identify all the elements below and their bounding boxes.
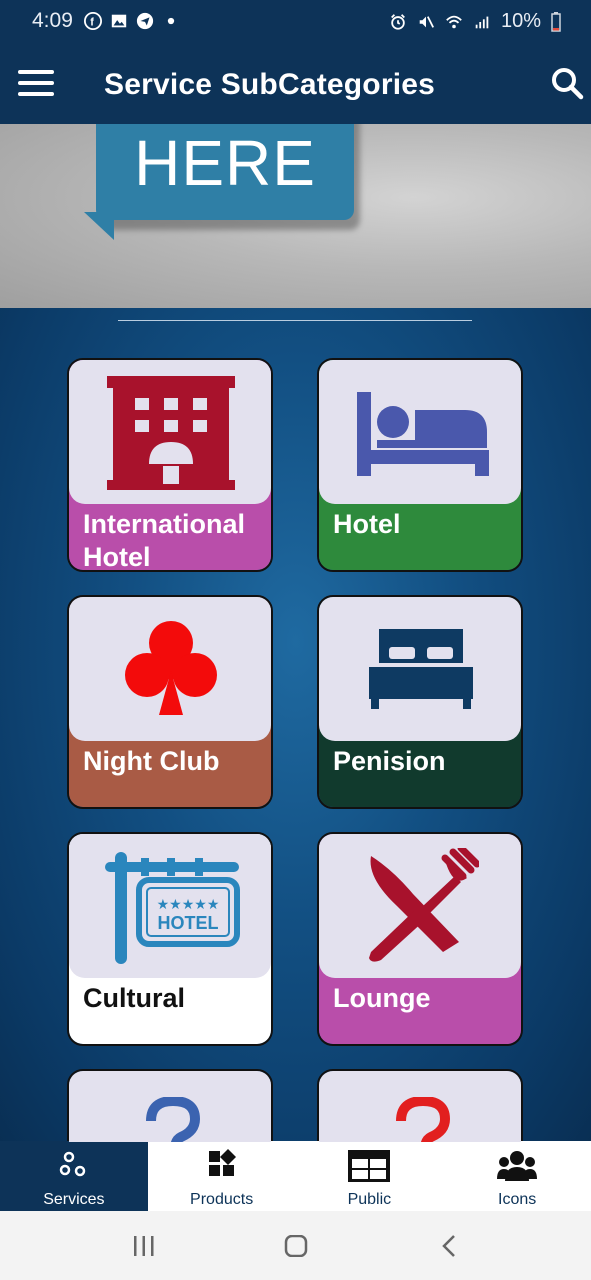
facebook-icon: f bbox=[84, 12, 102, 30]
products-icon bbox=[208, 1149, 236, 1176]
question-mark-icon bbox=[146, 1097, 201, 1142]
hotel-sign-text: HOTEL bbox=[158, 913, 219, 933]
question-mark-icon bbox=[396, 1097, 451, 1142]
knife-fork-icon bbox=[369, 848, 479, 962]
tile-cultural[interactable]: ★★★★★ HOTEL Cultural bbox=[67, 832, 273, 1046]
hotel-sign-icon: ★★★★★ HOTEL bbox=[105, 852, 240, 964]
app-bar: Service SubCategories bbox=[0, 44, 591, 124]
mute-icon bbox=[419, 15, 434, 28]
banner-image[interactable]: HERE bbox=[0, 124, 591, 308]
status-time: 4:09 bbox=[32, 9, 73, 32]
bottom-navigation: Services Products Public Icons bbox=[0, 1141, 591, 1211]
battery-icon bbox=[551, 11, 561, 32]
nav-label: Services bbox=[43, 1191, 105, 1208]
status-bar: 4:09 f 10% bbox=[0, 0, 591, 44]
club-suit-icon bbox=[125, 621, 217, 715]
banner-text: HERE bbox=[134, 127, 316, 199]
dot-icon bbox=[167, 17, 175, 25]
alarm-icon bbox=[391, 13, 405, 30]
tile-hotel[interactable]: Hotel bbox=[317, 358, 523, 572]
hotel-sign-stars: ★★★★★ bbox=[157, 897, 220, 913]
tile-label: Cultural bbox=[83, 983, 186, 1013]
tile-international-hotel[interactable]: International Hotel bbox=[67, 358, 273, 572]
divider bbox=[118, 320, 472, 321]
wifi-icon bbox=[446, 15, 462, 28]
nav-services[interactable]: Services bbox=[0, 1141, 148, 1211]
search-icon[interactable] bbox=[550, 66, 584, 100]
tile-night-club[interactable]: Night Club bbox=[67, 595, 273, 809]
tile-unknown-1[interactable] bbox=[67, 1069, 273, 1142]
telegram-icon bbox=[136, 12, 154, 30]
people-icon bbox=[497, 1151, 538, 1181]
tile-lounge[interactable]: Lounge bbox=[317, 832, 523, 1046]
system-navigation-bar bbox=[0, 1211, 591, 1280]
nav-icons[interactable]: Icons bbox=[443, 1141, 591, 1211]
image-icon bbox=[111, 14, 127, 28]
nav-public[interactable]: Public bbox=[296, 1141, 444, 1211]
back-icon[interactable] bbox=[440, 1235, 460, 1257]
signal-icon bbox=[475, 16, 489, 28]
nav-products[interactable]: Products bbox=[148, 1141, 296, 1211]
subcategory-grid: International Hotel Hotel Night Club Pen… bbox=[0, 308, 591, 1142]
tile-penision[interactable]: Penision bbox=[317, 595, 523, 809]
recents-icon[interactable] bbox=[132, 1235, 156, 1257]
tile-unknown-2[interactable] bbox=[317, 1069, 523, 1142]
page-title: Service SubCategories bbox=[104, 68, 436, 101]
services-icon bbox=[59, 1151, 86, 1177]
svg-text:f: f bbox=[90, 17, 94, 29]
public-table-icon bbox=[348, 1150, 391, 1182]
bed-person-icon bbox=[357, 392, 489, 476]
hotel-building-icon bbox=[107, 376, 235, 490]
tile-label: Penision bbox=[333, 746, 446, 776]
tile-label: Lounge bbox=[333, 983, 431, 1013]
double-bed-icon bbox=[369, 629, 473, 709]
tile-label: Night Club bbox=[83, 746, 220, 776]
tile-label: Hotel bbox=[333, 509, 401, 539]
hamburger-menu-icon[interactable] bbox=[18, 70, 54, 98]
battery-percent: 10% bbox=[500, 10, 541, 32]
nav-label: Public bbox=[347, 1191, 392, 1208]
home-icon[interactable] bbox=[284, 1235, 308, 1257]
nav-label: Products bbox=[190, 1191, 254, 1208]
nav-label: Icons bbox=[498, 1191, 537, 1208]
tile-label: International Hotel bbox=[83, 509, 246, 572]
